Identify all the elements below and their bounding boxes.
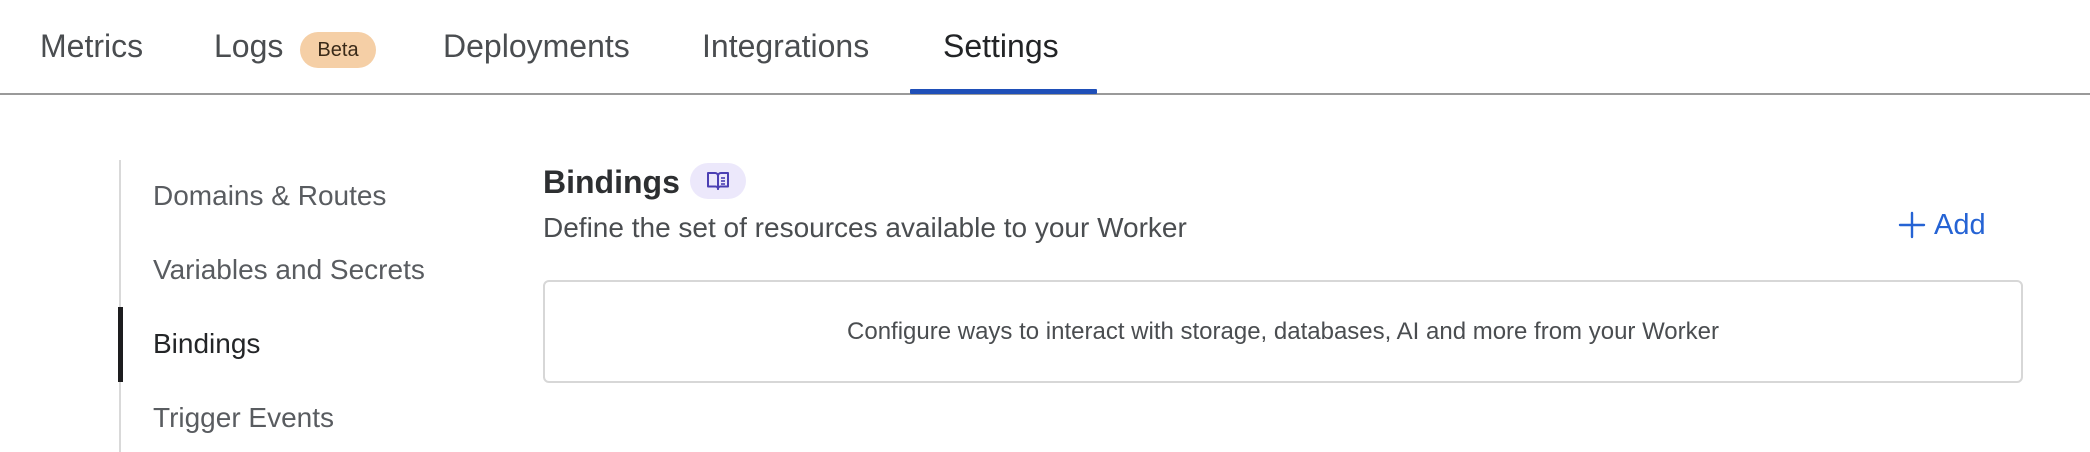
sidebar-item-domains-routes[interactable]: Domains & Routes	[153, 180, 386, 212]
add-binding-button[interactable]: Add	[1898, 205, 1986, 245]
beta-badge: Beta	[300, 32, 376, 68]
tab-settings[interactable]: Settings	[943, 28, 1059, 68]
tab-deployments[interactable]: Deployments	[443, 28, 630, 68]
plus-icon	[1898, 211, 1926, 239]
active-tab-indicator	[910, 89, 1097, 94]
tab-metrics[interactable]: Metrics	[40, 28, 143, 68]
sidenav-rail	[119, 160, 121, 452]
empty-state-message: Configure ways to interact with storage,…	[847, 317, 1719, 345]
tab-logs[interactable]: Logs	[214, 28, 283, 68]
sidebar-item-variables-secrets[interactable]: Variables and Secrets	[153, 254, 425, 286]
book-open-icon	[707, 172, 729, 190]
sidebar-item-bindings[interactable]: Bindings	[153, 328, 260, 360]
bindings-empty-state: Configure ways to interact with storage,…	[543, 280, 2023, 383]
add-button-label: Add	[1934, 208, 1986, 241]
top-tab-bar: Metrics Logs Beta Deployments Integratio…	[0, 0, 2090, 95]
tab-integrations[interactable]: Integrations	[702, 28, 869, 68]
sidenav-active-indicator	[118, 307, 123, 382]
sidebar-item-trigger-events[interactable]: Trigger Events	[153, 402, 334, 434]
section-title: Bindings	[543, 164, 680, 200]
documentation-link[interactable]	[690, 163, 746, 199]
section-description: Define the set of resources available to…	[543, 212, 1187, 243]
